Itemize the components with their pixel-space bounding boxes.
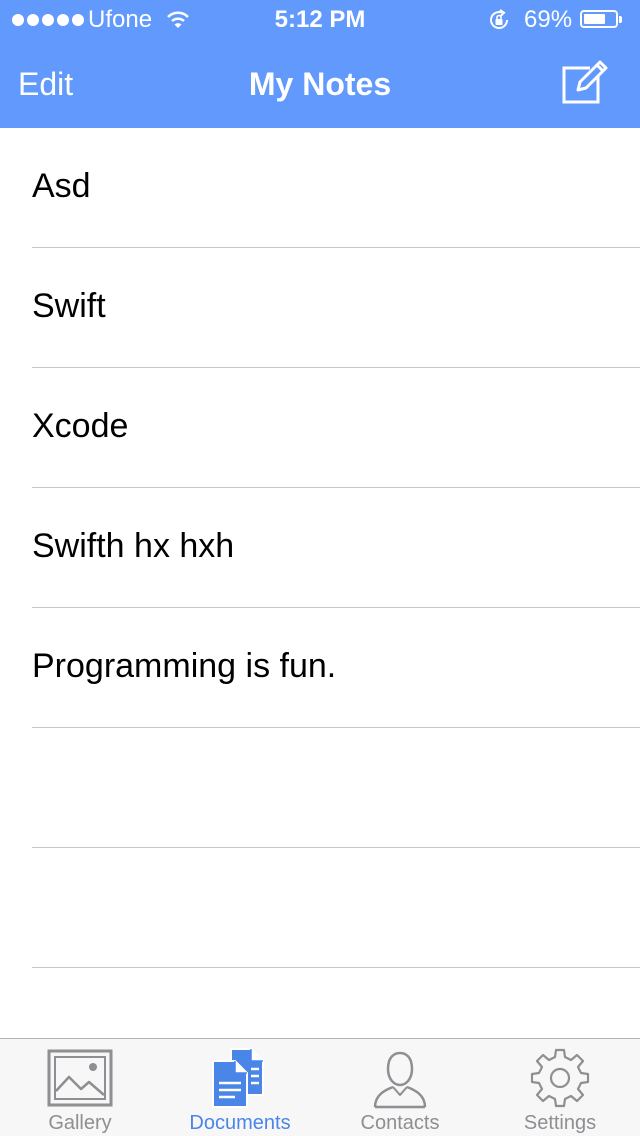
tab-contacts[interactable]: Contacts — [320, 1039, 480, 1136]
compose-button[interactable] — [556, 54, 612, 110]
battery-icon — [580, 10, 622, 28]
tab-label: Settings — [523, 1112, 597, 1134]
gallery-icon — [47, 1049, 113, 1107]
battery-percent: 69% — [524, 6, 573, 33]
tab-label: Documents — [189, 1112, 291, 1134]
status-bar: Ufone 5:12 PM 69% — [0, 0, 640, 40]
row-divider — [32, 967, 640, 968]
tab-bar: Gallery Documents Contacts Settings — [0, 1038, 640, 1136]
empty-row — [0, 728, 640, 848]
note-row[interactable]: Xcode — [0, 368, 640, 488]
tab-label: Gallery — [48, 1112, 112, 1134]
empty-row — [0, 848, 640, 968]
note-row[interactable]: Swift — [0, 248, 640, 368]
navigation-bar: Edit My Notes — [0, 40, 640, 128]
tab-settings[interactable]: Settings — [480, 1039, 640, 1136]
note-row[interactable]: Swifth hx hxh — [0, 488, 640, 608]
rotation-lock-icon — [487, 8, 511, 39]
page-title: My Notes — [248, 66, 392, 102]
note-title: Asd — [32, 167, 91, 205]
note-title: Swifth hx hxh — [32, 527, 235, 565]
note-title: Swift — [32, 287, 106, 325]
note-row[interactable]: Asd — [0, 128, 640, 248]
compose-icon — [562, 60, 608, 104]
note-title: Programming is fun. — [32, 647, 337, 685]
notes-list: Asd Swift Xcode Swifth hx hxh Programmin… — [0, 128, 640, 968]
note-row[interactable]: Programming is fun. — [0, 608, 640, 728]
tab-documents[interactable]: Documents — [160, 1039, 320, 1136]
header: Ufone 5:12 PM 69% Edit My Notes — [0, 0, 640, 128]
tab-gallery[interactable]: Gallery — [0, 1039, 160, 1136]
note-title: Xcode — [32, 407, 129, 445]
tab-label: Contacts — [360, 1112, 440, 1134]
settings-icon — [530, 1048, 590, 1108]
documents-icon — [212, 1048, 264, 1108]
notes-screen: Ufone 5:12 PM 69% Edit My Notes Asd Swif… — [0, 0, 640, 1136]
contacts-icon — [373, 1051, 427, 1109]
